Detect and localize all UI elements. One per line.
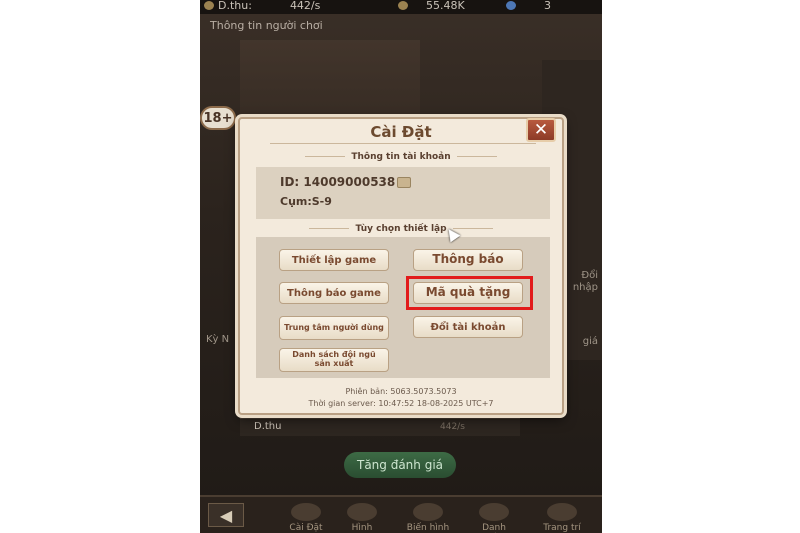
game-settings-button[interactable]: Thiết lập game	[279, 249, 389, 271]
age-rating-badge: 18+	[200, 106, 236, 130]
nav-label: Hình Dáng	[351, 523, 373, 533]
nav-label: Trang trí	[543, 523, 581, 533]
resource-bar: D.thu: 442/s 55.48K 3	[200, 0, 602, 14]
bar-value: 442/s	[440, 422, 465, 432]
account-section-label: Thông tin tài khoản	[351, 152, 451, 162]
gem-stat: 3	[506, 0, 551, 12]
bottom-nav: ◀ Cài Đặt Hình Dáng Biến hình Danh hiệu …	[200, 495, 602, 533]
nav-label: Cài Đặt	[289, 523, 323, 533]
settings-dialog: Cài Đặt ✕ Thông tin tài khoản ID: 140090…	[238, 117, 564, 415]
account-id-row: ID: 14009000538	[280, 175, 412, 189]
close-button[interactable]: ✕	[526, 118, 556, 142]
game-screen: D.thu: 442/s 55.48K 3 Thông tin người ch…	[200, 0, 602, 533]
background-shelf	[240, 40, 420, 120]
revenue-icon	[204, 1, 214, 10]
nav-titles[interactable]: Danh hiệu	[472, 503, 516, 533]
account-info-box: ID: 14009000538 Cụm:S-9	[256, 167, 550, 219]
account-id: ID: 14009000538	[280, 175, 396, 189]
nav-settings[interactable]: Cài Đặt	[284, 503, 328, 533]
options-section-label: Tùy chọn thiết lập	[355, 224, 447, 234]
gem-icon	[506, 1, 516, 10]
revenue-stat: D.thu: 442/s	[204, 0, 320, 12]
gold-icon	[398, 1, 408, 10]
account-section-header: Thông tin tài khoản	[240, 152, 562, 162]
credits-button[interactable]: Danh sách đội ngũ sản xuất	[279, 348, 389, 372]
back-arrow-icon[interactable]: ◀	[208, 503, 244, 527]
user-center-button[interactable]: Trung tâm người dùng	[279, 316, 389, 340]
side-label-right-2: nhập	[572, 282, 598, 293]
gift-code-highlight	[406, 276, 533, 310]
nav-transform[interactable]: Biến hình	[406, 503, 450, 533]
nav-decoration[interactable]: Trang trí	[540, 503, 584, 533]
revenue-rate: 442/s	[289, 0, 321, 12]
nav-label: Biến hình	[406, 523, 450, 533]
copy-icon[interactable]	[397, 177, 412, 188]
increase-rating-button[interactable]: Tăng đánh giá	[344, 452, 456, 478]
game-notices-button[interactable]: Thông báo game	[279, 282, 389, 304]
title-divider	[270, 143, 536, 144]
nav-appearance[interactable]: Hình Dáng	[340, 503, 384, 533]
switch-account-button[interactable]: Đổi tài khoản	[413, 316, 523, 338]
revenue-progress-bar: D.thu 442/s	[240, 418, 520, 436]
dialog-title: Cài Đặt	[370, 123, 432, 141]
revenue-label: D.thu:	[218, 0, 252, 12]
side-label-left: Kỳ N	[206, 334, 230, 345]
server-time-text: Thời gian server: 10:47:52 18-08-2025 UT…	[308, 399, 494, 408]
side-label-right-1: Đổi	[581, 270, 598, 281]
account-cluster: Cụm:S-9	[280, 195, 332, 208]
gem-value: 3	[544, 0, 551, 12]
side-label-right-3: giá	[582, 336, 598, 347]
version-text: Phiên bản: 5063.5073.5073	[345, 387, 457, 396]
notifications-button[interactable]: Thông báo	[413, 249, 523, 271]
page-subtitle: Thông tin người chơi	[210, 19, 323, 32]
options-section-header: Tùy chọn thiết lập	[240, 224, 562, 234]
nav-label: Danh hiệu	[482, 523, 506, 533]
gold-stat: 55.48K	[398, 0, 465, 12]
bar-label: D.thu	[254, 421, 282, 432]
gold-value: 55.48K	[426, 0, 465, 12]
